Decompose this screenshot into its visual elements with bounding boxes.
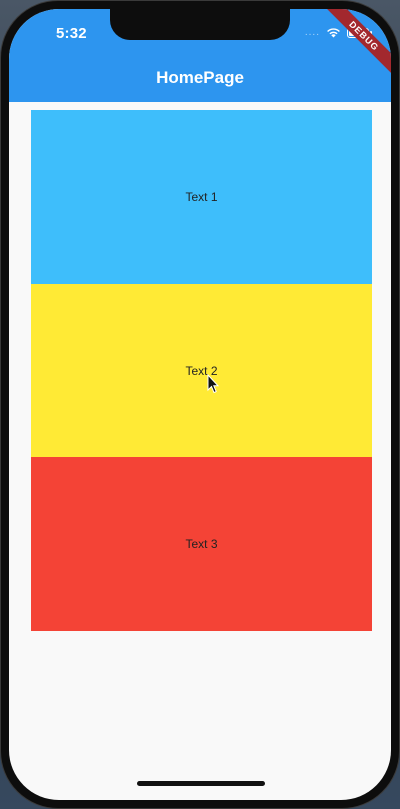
- phone-frame: 5:32 .... DEBUG HomePage Text 1 Text 2 T…: [0, 0, 400, 809]
- status-time: 5:32: [56, 25, 87, 42]
- wifi-icon: [326, 27, 341, 38]
- notch: [110, 9, 290, 40]
- phone-screen: 5:32 .... DEBUG HomePage Text 1 Text 2 T…: [9, 9, 391, 800]
- page-title: HomePage: [156, 68, 244, 87]
- home-indicator[interactable]: [137, 781, 265, 786]
- signal-icon: ....: [304, 27, 320, 38]
- panel-label: Text 3: [185, 537, 218, 551]
- panel-text-3[interactable]: Text 3: [31, 457, 372, 631]
- app-bar: 5:32 .... DEBUG HomePage: [9, 9, 391, 102]
- mouse-pointer-icon: [207, 373, 220, 399]
- panel-text-2[interactable]: Text 2: [31, 284, 372, 457]
- panel-label: Text 1: [185, 190, 218, 204]
- panel-text-1[interactable]: Text 1: [31, 110, 372, 284]
